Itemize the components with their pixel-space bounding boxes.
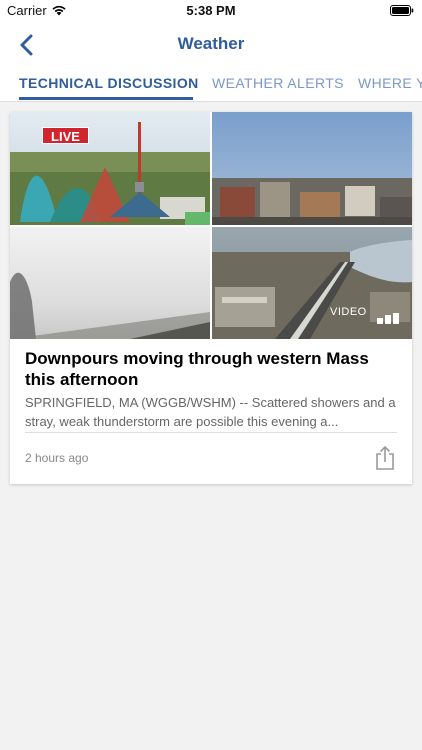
- tab-technical-discussion[interactable]: TECHNICAL DISCUSSION: [19, 75, 199, 91]
- video-bars-icon: [377, 313, 399, 324]
- share-icon[interactable]: [374, 445, 396, 471]
- tab-where-you-live[interactable]: WHERE YOU LIVE: [358, 75, 422, 91]
- status-bar: Carrier 5:38 PM: [0, 0, 422, 22]
- article-card[interactable]: LIVE VIDEO Downpours moving through west…: [10, 112, 412, 484]
- page-title: Weather: [177, 34, 245, 53]
- card-divider: [25, 432, 397, 433]
- webcam-collage-image[interactable]: [10, 112, 412, 339]
- article-headline[interactable]: Downpours moving through western Mass th…: [25, 348, 397, 390]
- tab-bar: TECHNICAL DISCUSSION WEATHER ALERTS WHER…: [0, 66, 422, 102]
- active-tab-indicator: [19, 97, 193, 100]
- battery-icon: [390, 5, 414, 16]
- navigation-bar: Weather: [0, 22, 422, 66]
- tab-divider: [0, 101, 422, 102]
- article-summary: SPRINGFIELD, MA (WGGB/WSHM) -- Scattered…: [25, 395, 396, 429]
- tab-weather-alerts[interactable]: WEATHER ALERTS: [212, 75, 344, 91]
- status-time: 5:38 PM: [186, 3, 236, 18]
- live-badge: LIVE: [42, 127, 89, 144]
- video-label: VIDEO: [330, 306, 367, 318]
- article-timestamp: 2 hours ago: [25, 451, 89, 465]
